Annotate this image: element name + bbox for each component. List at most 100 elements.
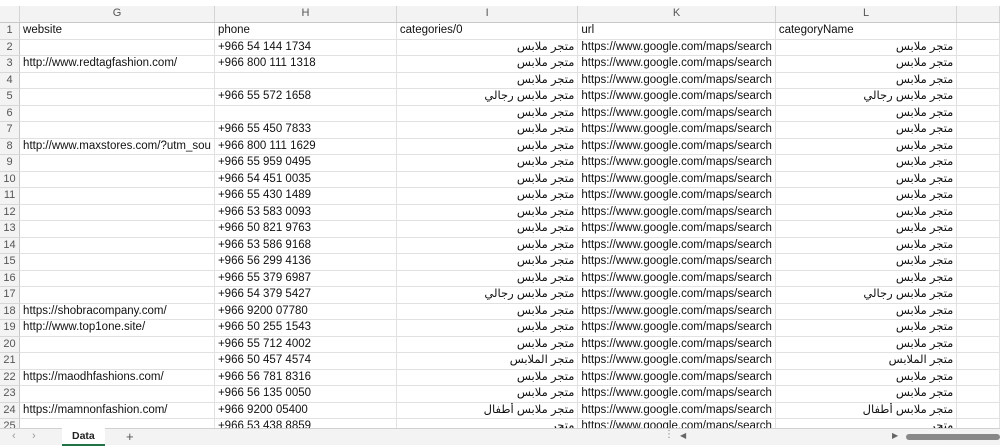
cell-website[interactable] <box>19 253 215 271</box>
prev-sheet-icon[interactable]: ‹ <box>12 430 16 442</box>
cell-category-name[interactable]: متجر ملابس <box>775 55 958 73</box>
cell-phone[interactable]: +966 56 781 8316 <box>214 369 397 386</box>
cell-empty[interactable] <box>956 39 1000 56</box>
cell-website[interactable] <box>19 220 215 238</box>
cell-phone[interactable]: +966 54 144 1734 <box>214 39 397 56</box>
cell-category-name[interactable]: متجر ملابس <box>775 39 958 56</box>
cell-phone[interactable]: +966 53 438 8859 <box>214 418 397 428</box>
cell-empty[interactable] <box>956 336 1000 353</box>
cell-url[interactable]: https://www.google.com/maps/search <box>577 55 776 73</box>
cell-empty[interactable] <box>956 171 1000 188</box>
cell-url[interactable]: https://www.google.com/maps/search <box>577 220 776 238</box>
horizontal-scrollbar[interactable]: ◀ ▶ <box>678 431 1000 442</box>
cell-phone[interactable]: +966 54 379 5427 <box>214 286 397 304</box>
cell-category-name[interactable]: متجر ملابس <box>775 270 958 287</box>
cell-category[interactable]: متجر ملابس <box>396 204 579 221</box>
cell-phone[interactable]: +966 55 572 1658 <box>214 88 397 106</box>
cell-phone[interactable]: +966 53 586 9168 <box>214 237 397 254</box>
column-header-i[interactable]: I <box>396 6 579 23</box>
header-phone[interactable]: phone <box>214 22 397 40</box>
cell-website[interactable] <box>19 237 215 254</box>
scrollbar-thumb[interactable] <box>906 434 1000 440</box>
row-number[interactable]: 12 <box>0 204 21 221</box>
cell-phone[interactable]: +966 9200 07780 <box>214 303 397 320</box>
cell-website[interactable] <box>19 336 215 353</box>
row-number[interactable]: 2 <box>0 39 21 56</box>
cell-url[interactable]: https://www.google.com/maps/search <box>577 204 776 221</box>
cell-category[interactable]: متجر ملابس رجالي <box>396 88 579 106</box>
cell-empty[interactable] <box>956 138 1000 155</box>
cell-empty[interactable] <box>956 369 1000 386</box>
row-number[interactable]: 19 <box>0 319 21 337</box>
cell-category[interactable]: متجر ملابس <box>396 369 579 386</box>
column-header-g[interactable]: G <box>19 6 215 23</box>
cell-phone[interactable] <box>214 72 397 89</box>
row-number[interactable]: 8 <box>0 138 21 155</box>
cell-url[interactable]: https://www.google.com/maps/search <box>577 121 776 139</box>
cell-phone[interactable]: +966 50 821 9763 <box>214 220 397 238</box>
cell-website[interactable] <box>19 105 215 122</box>
select-all-corner[interactable] <box>0 6 21 23</box>
row-number[interactable]: 20 <box>0 336 21 353</box>
row-number[interactable]: 1 <box>0 22 21 40</box>
cell-phone[interactable]: +966 55 959 0495 <box>214 154 397 172</box>
cell-url[interactable]: https://www.google.com/maps/search <box>577 385 776 403</box>
header-url[interactable]: url <box>577 22 776 40</box>
row-number[interactable]: 6 <box>0 105 21 122</box>
scroll-left-icon[interactable]: ◀ <box>680 431 686 440</box>
column-header-l[interactable]: L <box>775 6 958 23</box>
row-number[interactable]: 24 <box>0 402 21 419</box>
cell-category[interactable]: متجر ملابس <box>396 154 579 172</box>
cell-url[interactable]: https://www.google.com/maps/search <box>577 402 776 419</box>
column-header-h[interactable]: H <box>214 6 397 23</box>
cell-category-name[interactable]: متجر ملابس <box>775 138 958 155</box>
cell-category-name[interactable]: متجر الملابس <box>775 352 958 370</box>
cell-category-name[interactable]: متجر ملابس <box>775 105 958 122</box>
header-website[interactable]: website <box>19 22 215 40</box>
cell-empty[interactable] <box>956 187 1000 205</box>
row-number[interactable]: 22 <box>0 369 21 386</box>
cell-website[interactable]: http://www.top1one.site/ <box>19 319 215 337</box>
cell-category[interactable]: متجر ملابس <box>396 220 579 238</box>
cell-category-name[interactable]: متجر ملابس <box>775 171 958 188</box>
cell-category-name[interactable]: متجر ملابس <box>775 336 958 353</box>
cell-category-name[interactable]: متجر ملابس <box>775 220 958 238</box>
column-header-k[interactable]: K <box>577 6 776 23</box>
cell-category[interactable]: متجر ملابس <box>396 171 579 188</box>
cell-phone[interactable]: +966 800 111 1629 <box>214 138 397 155</box>
cell-category[interactable]: متجر ملابس <box>396 121 579 139</box>
spreadsheet-grid[interactable]: G H I K L 1 website phone categories/0 url categor… <box>0 6 1000 428</box>
cell-website[interactable] <box>19 171 215 188</box>
row-number[interactable]: 13 <box>0 220 21 238</box>
cell-url[interactable]: https://www.google.com/maps/search <box>577 237 776 254</box>
cell-category-name[interactable]: متجر ملابس <box>775 237 958 254</box>
cell-category[interactable]: متجر ملابس <box>396 55 579 73</box>
tab-splitter-icon[interactable]: ⋮ <box>664 429 674 440</box>
cell-website[interactable] <box>19 286 215 304</box>
cell-category[interactable]: متجر ملابس <box>396 319 579 337</box>
cell-phone[interactable]: +966 50 457 4574 <box>214 352 397 370</box>
cell-website[interactable] <box>19 418 215 428</box>
row-number[interactable]: 9 <box>0 154 21 172</box>
cell-empty[interactable] <box>956 303 1000 320</box>
cell-url[interactable]: https://www.google.com/maps/search <box>577 319 776 337</box>
cell-url[interactable]: https://www.google.com/maps/search <box>577 187 776 205</box>
cell-phone[interactable]: +966 56 299 4136 <box>214 253 397 271</box>
cell-category-name[interactable]: متجر ملابس رجالي <box>775 286 958 304</box>
cell-empty[interactable] <box>956 418 1000 428</box>
cell-empty[interactable] <box>956 105 1000 122</box>
cell-empty[interactable] <box>956 72 1000 89</box>
cell-category-name[interactable]: متجر ملابس أطفال <box>775 402 958 419</box>
cell-category[interactable]: متجر ملابس <box>396 39 579 56</box>
cell-url[interactable]: https://www.google.com/maps/search <box>577 336 776 353</box>
cell-category[interactable]: متجر ملابس <box>396 187 579 205</box>
row-number[interactable]: 21 <box>0 352 21 370</box>
cell-category[interactable]: متجر ملابس <box>396 72 579 89</box>
cell-empty[interactable] <box>956 237 1000 254</box>
cell-empty[interactable] <box>956 385 1000 403</box>
cell-empty[interactable] <box>956 22 1000 40</box>
row-number[interactable]: 25 <box>0 418 21 428</box>
cell-url[interactable]: https://www.google.com/maps/search <box>577 105 776 122</box>
row-number[interactable]: 23 <box>0 385 21 403</box>
cell-category[interactable]: متجر ملابس أطفال <box>396 402 579 419</box>
